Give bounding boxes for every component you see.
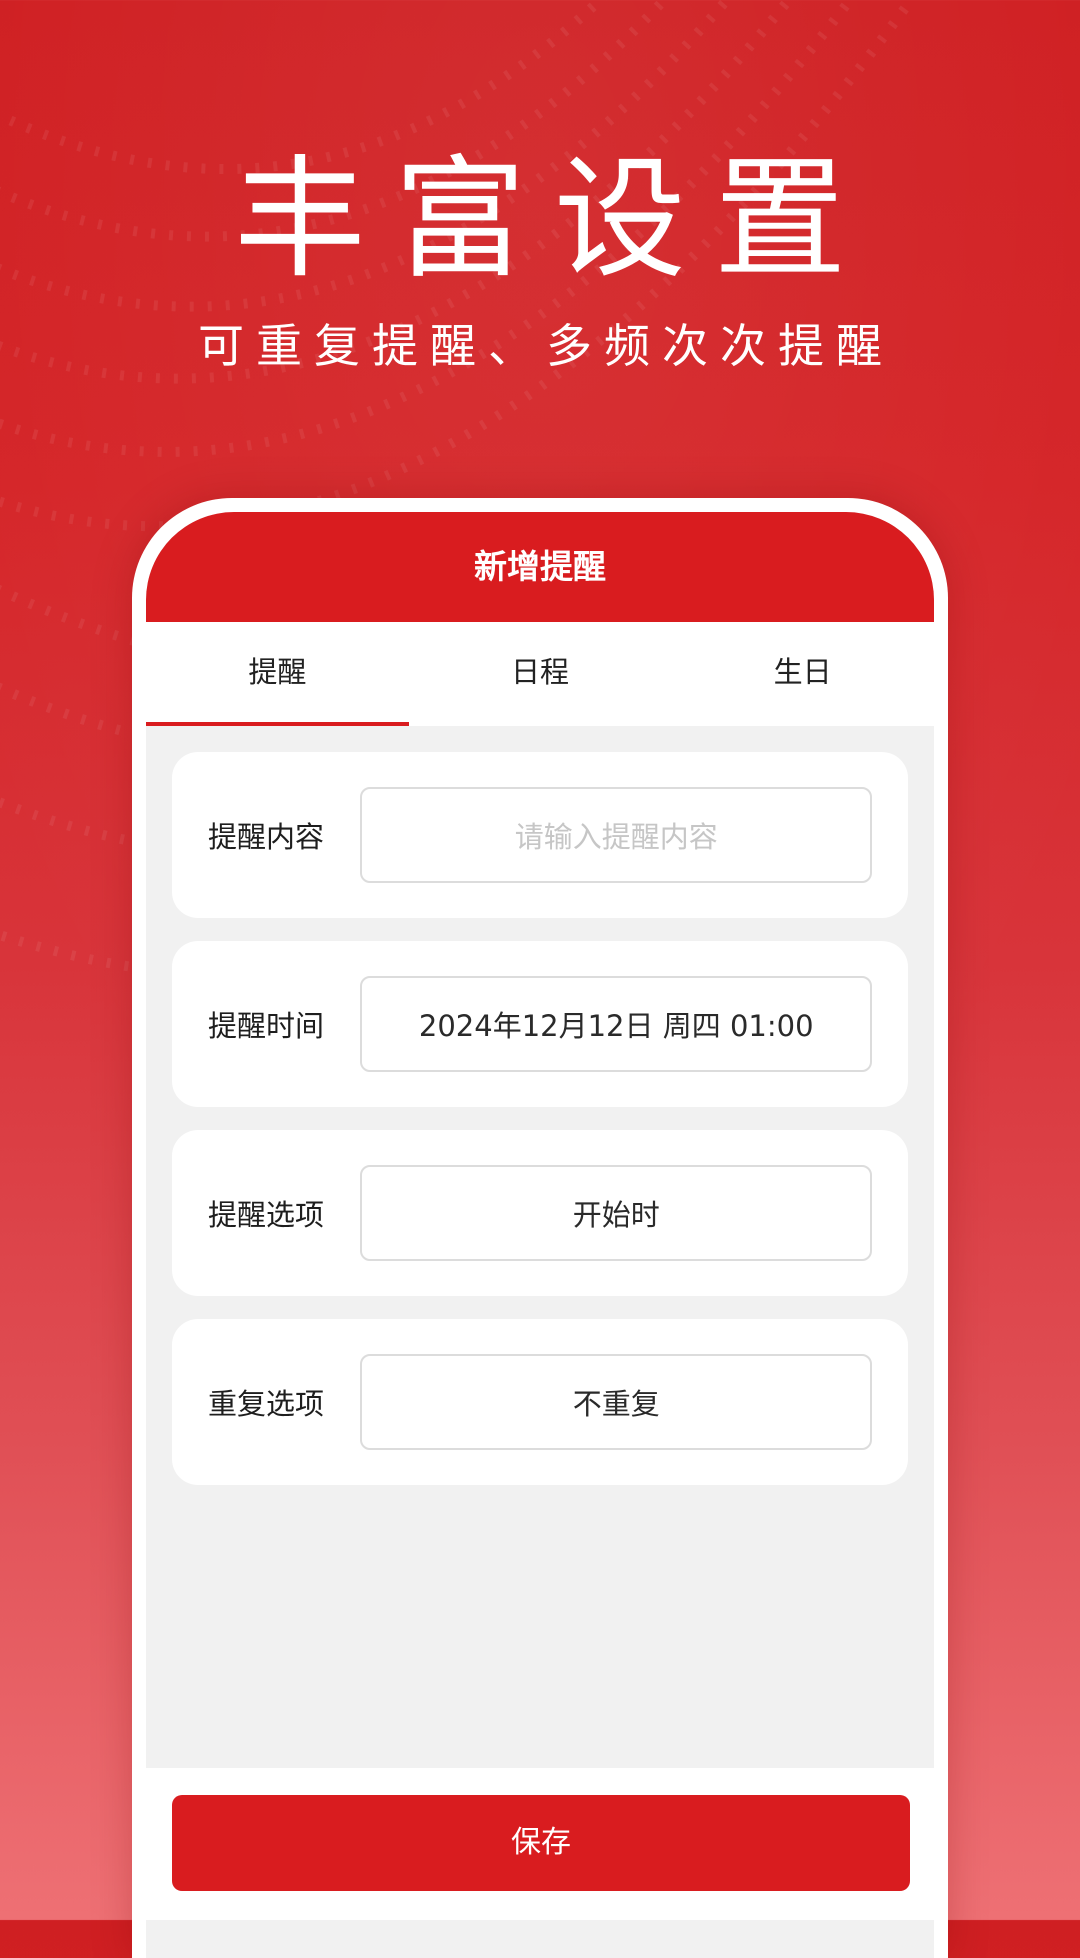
app-screen: 新增提醒 提醒 日程 生日 提醒内容 请输入提醒内容 提醒时间 2024年12月… — [146, 512, 934, 1958]
repeat-card: 重复选项 不重复 — [172, 1319, 908, 1485]
reminder-form: 提醒内容 请输入提醒内容 提醒时间 2024年12月12日 周四 01:00 提… — [146, 726, 934, 1485]
hero-title: 丰富设置 — [234, 143, 874, 297]
content-card: 提醒内容 请输入提醒内容 — [172, 752, 908, 918]
save-button[interactable]: 保存 — [172, 1795, 910, 1891]
tab-schedule[interactable]: 日程 — [409, 622, 672, 726]
repeat-label: 重复选项 — [208, 1387, 325, 1421]
tab-bar: 提醒 日程 生日 — [146, 622, 934, 726]
content-label: 提醒内容 — [208, 820, 325, 854]
app-header-title: 新增提醒 — [146, 512, 934, 622]
phone-mockup: 新增提醒 提醒 日程 生日 提醒内容 请输入提醒内容 提醒时间 2024年12月… — [132, 498, 948, 1958]
time-label: 提醒时间 — [208, 1009, 325, 1043]
content-input[interactable]: 请输入提醒内容 — [360, 787, 872, 883]
option-label: 提醒选项 — [208, 1198, 325, 1232]
option-card: 提醒选项 开始时 — [172, 1130, 908, 1296]
time-picker[interactable]: 2024年12月12日 周四 01:00 — [360, 976, 872, 1072]
repeat-select[interactable]: 不重复 — [360, 1354, 872, 1450]
hero-subtitle: 可重复提醒、多频次次提醒 — [198, 319, 894, 373]
tab-reminder[interactable]: 提醒 — [146, 622, 409, 726]
time-card: 提醒时间 2024年12月12日 周四 01:00 — [172, 941, 908, 1107]
option-select[interactable]: 开始时 — [360, 1165, 872, 1261]
tab-birthday[interactable]: 生日 — [671, 622, 934, 726]
